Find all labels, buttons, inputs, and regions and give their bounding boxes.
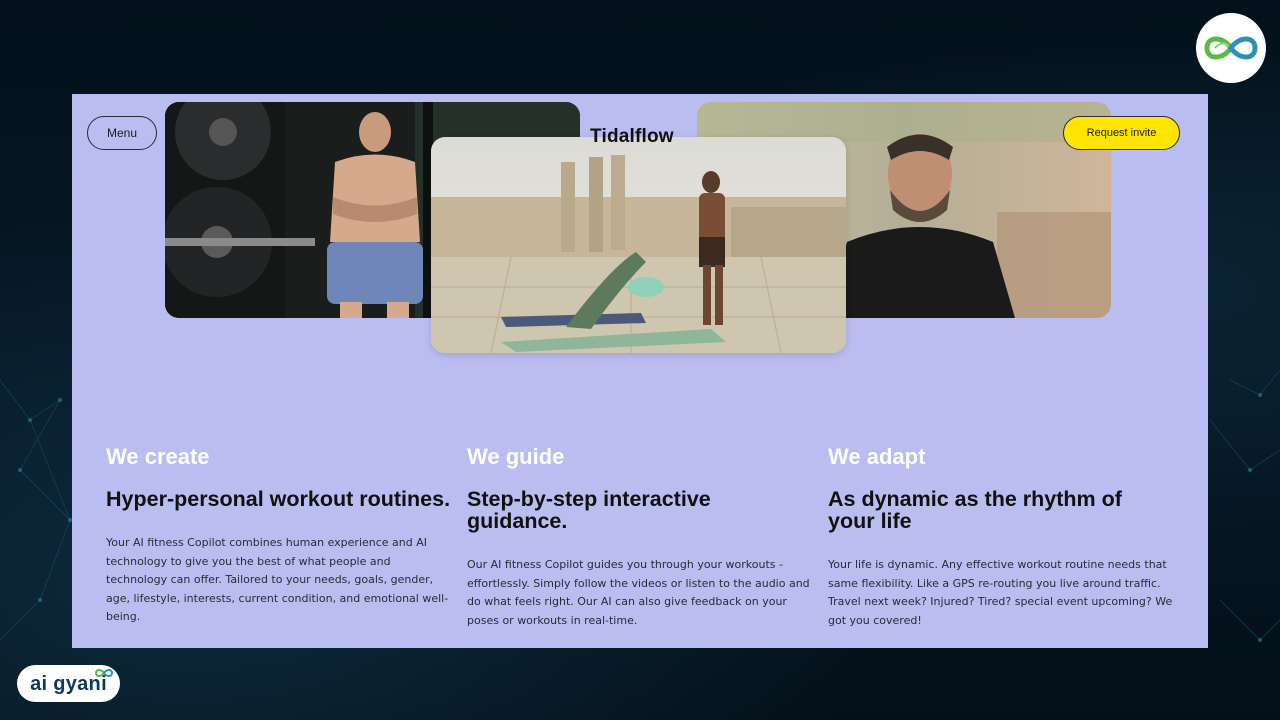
infinity-leaf-icon bbox=[94, 669, 114, 677]
menu-button[interactable]: Menu bbox=[87, 116, 157, 150]
feature-body: Your AI fitness Copilot combines human e… bbox=[106, 536, 449, 623]
feature-title: Step-by-step interactive guidance. bbox=[467, 487, 711, 533]
feature-column-create: We create Hyper-personal workout routine… bbox=[106, 444, 451, 627]
feature-column-guide: We guide Step-by-step interactive guidan… bbox=[467, 444, 812, 630]
feature-title: As dynamic as the rhythm of your life bbox=[828, 487, 1122, 533]
feature-kicker: We create bbox=[106, 444, 210, 469]
feature-kicker: We adapt bbox=[828, 444, 926, 469]
feature-body: Your life is dynamic. Any effective work… bbox=[828, 558, 1173, 627]
tidalflow-landing-panel: Menu Tidalflow Request invite We create … bbox=[72, 94, 1208, 648]
feature-column-adapt: We adapt As dynamic as the rhythm of you… bbox=[828, 444, 1173, 630]
yoga-ruins-photo bbox=[431, 137, 846, 353]
brand-logo-text[interactable]: Tidalflow bbox=[590, 126, 674, 148]
channel-logo bbox=[1196, 13, 1266, 83]
watermark-logo: ai gyani bbox=[17, 665, 120, 702]
infinity-leaf-icon bbox=[1204, 36, 1258, 60]
feature-title: Hyper-personal workout routines. bbox=[106, 487, 451, 511]
feature-kicker: We guide bbox=[467, 444, 565, 469]
request-invite-button[interactable]: Request invite bbox=[1063, 116, 1180, 150]
feature-body: Our AI fitness Copilot guides you throug… bbox=[467, 558, 810, 627]
